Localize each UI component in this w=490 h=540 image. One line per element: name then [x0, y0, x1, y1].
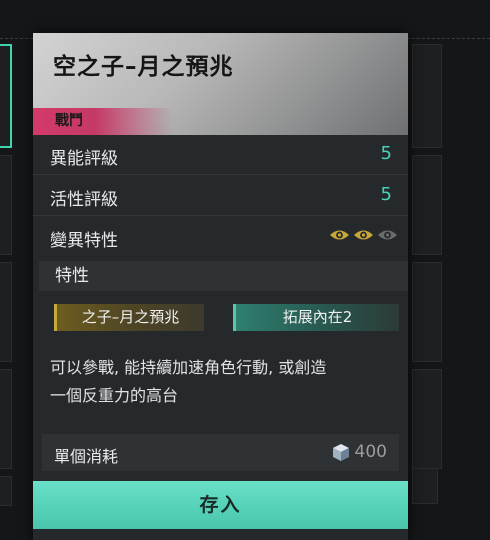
cost-label: 單個消耗	[54, 447, 119, 466]
card-title: 空之子–月之預兆	[53, 54, 234, 80]
activity-rating-label: 活性評級	[50, 190, 118, 210]
cost-row: 單個消耗 400	[42, 434, 399, 471]
eye-icon	[330, 230, 349, 240]
eye-icon	[378, 230, 397, 240]
background-card[interactable]	[0, 262, 12, 362]
background-card[interactable]	[0, 476, 12, 506]
cube-icon	[332, 443, 349, 461]
background-card[interactable]	[412, 468, 438, 504]
trait-section-header: 特性	[39, 261, 408, 291]
store-button[interactable]: 存入	[33, 481, 408, 529]
background-card[interactable]	[412, 44, 442, 148]
background-card[interactable]	[0, 44, 12, 148]
description: 可以參戰, 能持續加速角色行動, 或創造 一個反重力的高台	[50, 354, 395, 410]
background-card[interactable]	[412, 369, 442, 469]
battle-tag: 戰鬥	[33, 108, 173, 135]
mutation-level-indicator	[329, 228, 398, 242]
description-line: 一個反重力的高台	[50, 386, 179, 405]
ability-rating-row: 異能評級 5	[33, 135, 408, 175]
ability-rating-label: 異能評級	[50, 149, 118, 169]
eye-icon	[354, 230, 373, 240]
ability-rating-value: 5	[380, 143, 392, 164]
background-card[interactable]	[412, 262, 442, 362]
background-card[interactable]	[0, 369, 12, 469]
detail-panel: 空之子–月之預兆 戰鬥 異能評級 5 活性評級 5 變異特性 特性 之子–月之預…	[33, 33, 408, 540]
panel-header: 空之子–月之預兆 戰鬥	[33, 33, 408, 135]
cost-value: 400	[354, 442, 387, 462]
description-line: 可以參戰, 能持續加速角色行動, 或創造	[50, 358, 327, 377]
background-card[interactable]	[412, 155, 442, 255]
mutation-trait-row: 變異特性	[33, 217, 408, 257]
mutation-trait-label: 變異特性	[50, 231, 118, 251]
trait-chip-moon-omen[interactable]: 之子–月之預兆	[54, 304, 204, 331]
activity-rating-value: 5	[380, 184, 392, 205]
background-card[interactable]	[0, 155, 12, 255]
activity-rating-row: 活性評級 5	[33, 176, 408, 216]
cost-amount: 400	[332, 442, 387, 462]
trait-chip-expand-inner[interactable]: 拓展內在2	[233, 304, 399, 331]
